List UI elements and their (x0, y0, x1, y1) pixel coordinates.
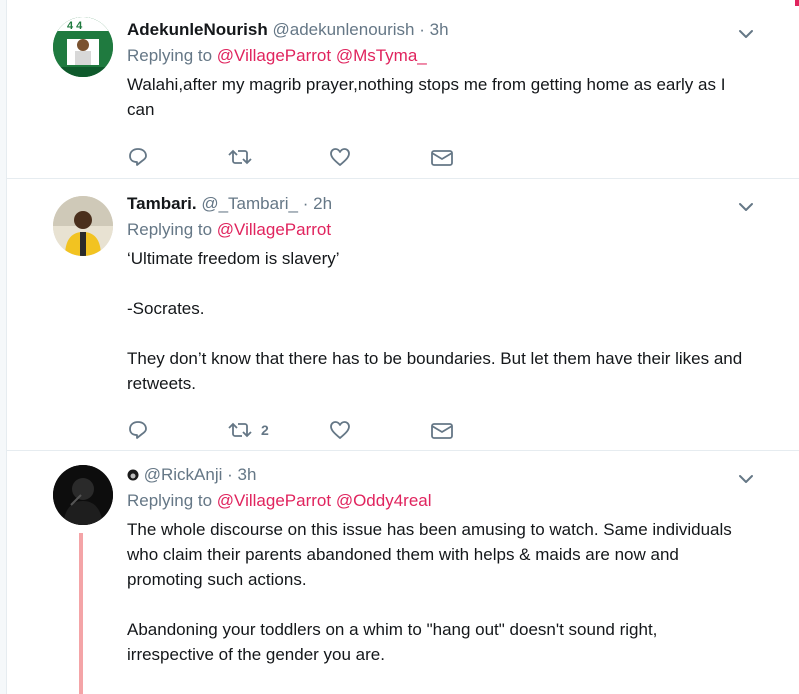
tweet-paragraph: Abandoning your toddlers on a whim to "h… (127, 620, 658, 664)
mention-link[interactable]: @VillageParrot (217, 46, 331, 65)
retweet-button[interactable] (227, 145, 261, 169)
tweet-item[interactable]: Tambari. @_Tambari_ · 2h Replying to @Vi… (6, 178, 799, 451)
chevron-down-icon[interactable] (737, 198, 755, 216)
profile-photo-yellow (53, 196, 113, 256)
emoji-badge-icon (127, 469, 139, 481)
reply-button[interactable] (127, 145, 149, 169)
mention-link[interactable]: @VillageParrot (217, 491, 331, 510)
tweet-item[interactable]: @RickAnji · 3h Replying to @VillageParro… (6, 450, 799, 694)
timestamp[interactable]: 3h (238, 465, 257, 484)
like-icon (330, 148, 350, 166)
retweet-icon (228, 149, 252, 165)
message-icon (431, 423, 453, 439)
avatar[interactable] (53, 465, 113, 525)
tweet-header: Tambari. @_Tambari_ · 2h (127, 193, 749, 215)
tweet-paragraph: -Socrates. (127, 299, 205, 318)
author-name[interactable]: AdekunleNourish (127, 20, 268, 39)
separator: · (227, 465, 233, 484)
chevron-down-icon[interactable] (737, 470, 755, 488)
chevron-down-icon[interactable] (737, 25, 755, 43)
timestamp[interactable]: 3h (430, 20, 449, 39)
tweet-header: AdekunleNourish @adekunlenourish · 3h (127, 19, 749, 41)
like-button[interactable] (329, 145, 351, 169)
tweet-paragraph: Walahi,after my magrib prayer,nothing st… (127, 75, 726, 119)
avatar[interactable] (53, 196, 113, 256)
replying-to: Replying to @VillageParrot @MsTyma_ (127, 45, 749, 67)
profile-photo-green: 4 4 (53, 17, 113, 77)
author-handle[interactable]: @RickAnji (144, 465, 223, 484)
tweet-paragraph: They don’t know that there has to be bou… (127, 349, 743, 393)
avatar[interactable]: 4 4 (53, 17, 113, 77)
tweet-paragraph: The whole discourse on this issue has be… (127, 520, 732, 589)
reply-button[interactable] (127, 418, 149, 442)
author-handle[interactable]: @_Tambari_ (201, 194, 298, 213)
reply-icon (129, 421, 147, 439)
svg-text:4 4: 4 4 (67, 20, 83, 32)
tweet-text: Walahi,after my magrib prayer,nothing st… (127, 72, 749, 122)
replying-label: Replying to (127, 220, 213, 239)
like-icon (330, 421, 350, 439)
thread-line (79, 533, 83, 694)
mention-link[interactable]: @Oddy4real (336, 491, 432, 510)
message-button[interactable] (430, 418, 454, 442)
mention-link[interactable]: @VillageParrot (217, 220, 331, 239)
replying-to: Replying to @VillageParrot @Oddy4real (127, 490, 749, 512)
like-button[interactable] (329, 418, 351, 442)
message-button[interactable] (430, 145, 454, 169)
author-name[interactable]: Tambari. (127, 194, 197, 213)
reply-icon (129, 148, 147, 166)
mention-link[interactable]: @MsTyma_ (336, 46, 427, 65)
retweet-icon (228, 422, 252, 438)
separator: · (302, 194, 309, 213)
profile-photo-dark (53, 465, 113, 525)
replying-label: Replying to (127, 46, 213, 65)
separator: · (419, 20, 425, 39)
author-handle[interactable]: @adekunlenourish (272, 20, 414, 39)
tweet-item[interactable]: 4 4 AdekunleNourish @adekunlenourish · 3… (6, 0, 799, 179)
retweet-count: 2 (261, 422, 269, 438)
retweet-button[interactable]: 2 (227, 418, 269, 442)
action-bar: 2 (127, 418, 467, 442)
tweet-header: @RickAnji · 3h (127, 464, 749, 486)
replying-label: Replying to (127, 491, 213, 510)
tweet-text: The whole discourse on this issue has be… (127, 517, 749, 667)
replying-to: Replying to @VillageParrot (127, 219, 749, 241)
tweet-paragraph: ‘Ultimate freedom is slavery’ (127, 249, 340, 268)
timestamp[interactable]: 2h (313, 194, 332, 213)
action-bar (127, 145, 467, 169)
tweet-text: ‘Ultimate freedom is slavery’ -Socrates.… (127, 246, 749, 396)
message-icon (431, 150, 453, 166)
